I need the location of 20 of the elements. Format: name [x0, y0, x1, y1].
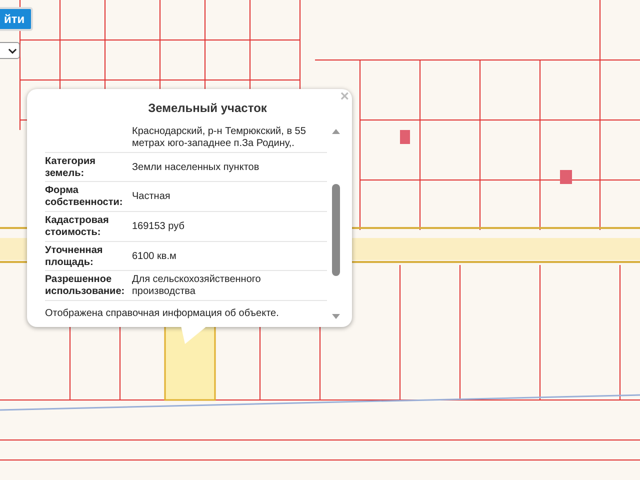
field-label: Форма собственности:	[45, 185, 124, 210]
field-value: Краснодарский, р-н Темрюкский, в 55 метрах юго-западнее п.За Родину,.	[132, 126, 307, 150]
field-label: Разрешенное использование:	[45, 274, 126, 298]
field-value: 169153 руб	[132, 221, 186, 234]
popup-title: Земельный участок	[148, 101, 267, 115]
dropdown[interactable]	[0, 42, 20, 59]
field-label: Уточненная площадь:	[45, 244, 104, 269]
scroll-up-icon[interactable]	[332, 129, 340, 134]
scrollbar-thumb[interactable]	[332, 184, 340, 276]
close-button[interactable]: ×	[340, 90, 349, 104]
chevron-icon	[8, 48, 17, 54]
info-note: Отображена справочная информация об объекте.	[45, 308, 280, 320]
scroll-down-icon[interactable]	[332, 314, 340, 319]
field-value: Земли населенных пунктов	[132, 162, 260, 174]
field-value: Для сельскохозяйственного производства	[132, 274, 262, 298]
field-value: Частная	[132, 191, 172, 204]
field-value: 6100 кв.м	[132, 250, 178, 263]
field-label: Кадастровая стоимость:	[45, 215, 110, 240]
field-label: Категория земель:	[45, 156, 96, 180]
search-button[interactable]: йти	[0, 7, 33, 31]
